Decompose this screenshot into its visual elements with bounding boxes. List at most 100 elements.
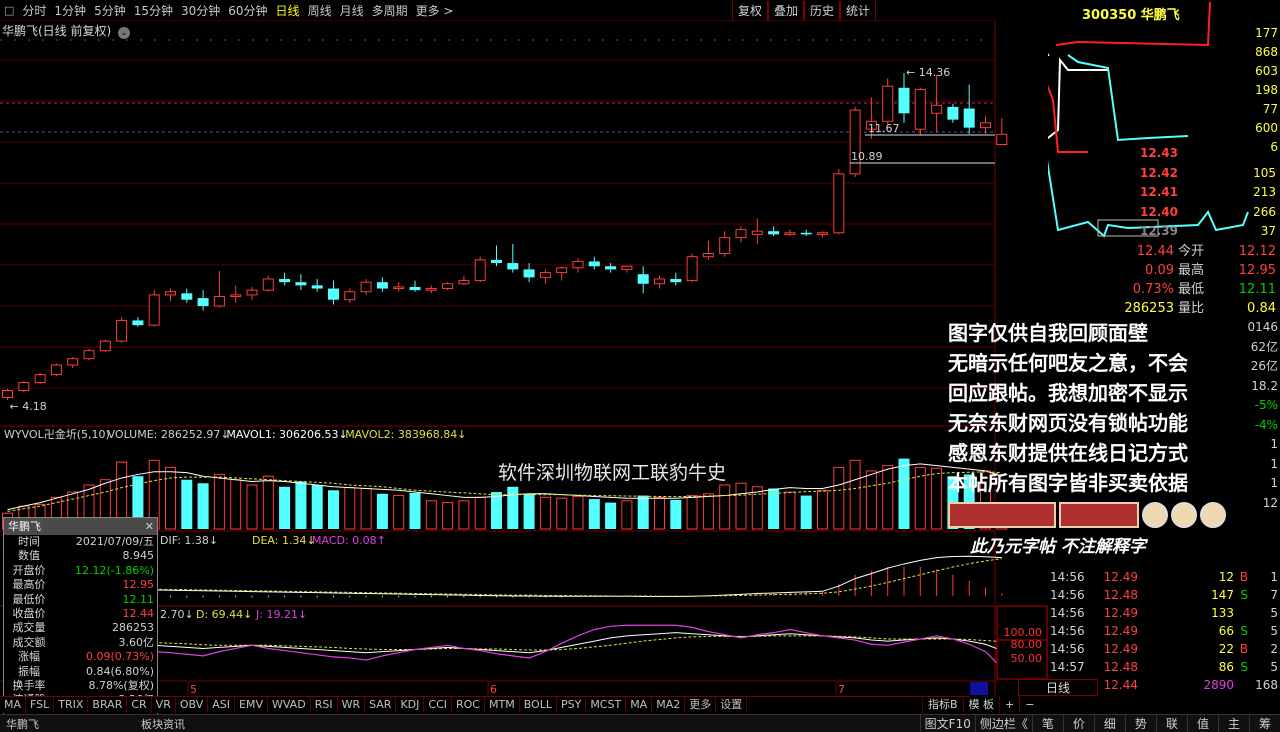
volume-bar — [311, 485, 323, 529]
status-item[interactable]: 细 — [1093, 715, 1125, 732]
stat-row: 286253 量比 0.84 — [1088, 299, 1278, 318]
candle — [2, 388, 13, 401]
indicator-tab[interactable]: ASI — [208, 697, 236, 713]
side-number: 600 — [1255, 121, 1278, 135]
indicator-tab[interactable]: PSY — [557, 697, 587, 713]
status-item[interactable]: 价 — [1062, 715, 1094, 732]
indicator-tab[interactable]: MA — [0, 697, 27, 713]
candle — [409, 280, 421, 292]
info-row: 成交量 286253 — [4, 621, 157, 635]
info-value: 8.78%(复权) — [88, 678, 154, 692]
trade-direction: B — [1239, 642, 1248, 656]
volume-bar — [686, 495, 698, 530]
d-line — [154, 635, 1002, 651]
side-value: 1 — [1270, 437, 1278, 451]
indicator-tool[interactable]: + — [999, 696, 1019, 713]
candle-body — [931, 104, 943, 114]
indicator-tab[interactable]: VR — [152, 697, 176, 713]
indicator-tab[interactable]: RSI — [311, 697, 338, 713]
volume-bar — [914, 466, 926, 530]
candle — [425, 285, 437, 294]
candle — [914, 87, 926, 136]
month-label: 7 — [838, 683, 845, 696]
info-popup[interactable]: 华鹏飞 ✕ 时间 2021/07/09/五 数值 8.945 开盘价 12.12(-1.8… — [3, 517, 158, 723]
candle-body — [963, 108, 975, 128]
close-icon[interactable]: ✕ — [145, 518, 154, 535]
indicator-tab[interactable]: CCI — [424, 697, 452, 713]
volume-bar — [213, 473, 225, 530]
indicator-tab[interactable]: ROC — [452, 697, 485, 713]
volume-bar — [425, 500, 437, 530]
info-value: 8.945 — [122, 549, 155, 563]
indicator-tool[interactable]: − — [1019, 696, 1039, 713]
indicator-tab[interactable]: 更多 — [685, 697, 717, 713]
candle — [197, 290, 209, 311]
indicator-tab[interactable]: EMV — [235, 697, 268, 713]
indicator-tab[interactable]: KDJ — [396, 697, 425, 713]
candle-body — [18, 382, 30, 392]
status-item[interactable]: 侧边栏《 — [974, 715, 1032, 732]
volume-bar — [605, 502, 617, 529]
level-label: 10.89 — [851, 150, 883, 163]
volume-bar — [181, 479, 193, 529]
indicator-tab[interactable]: TRIX — [54, 697, 89, 713]
indicator-tab[interactable]: FSL — [26, 697, 55, 713]
trade-count: 5 — [1270, 606, 1278, 620]
indicator-tool[interactable]: 模 板 — [962, 696, 1000, 713]
status-item[interactable]: 主 — [1217, 715, 1249, 732]
macd-legend: MACD: 0.08↑ — [312, 534, 386, 547]
indicator-tab[interactable]: OBV — [176, 697, 209, 713]
info-value: 286253 — [112, 621, 154, 635]
scroll-thumb[interactable] — [970, 682, 988, 695]
status-item[interactable]: 联 — [1155, 715, 1187, 732]
candle-body — [393, 286, 405, 290]
indicator-tab[interactable]: SAR — [365, 697, 397, 713]
status-item[interactable]: 值 — [1186, 715, 1218, 732]
status-item[interactable]: 图文F10 — [919, 715, 975, 732]
candle — [507, 243, 519, 273]
indicator-tab[interactable]: CR — [127, 697, 152, 713]
side-value: 1 — [1270, 476, 1278, 490]
indicator-tab[interactable]: MTM — [485, 697, 520, 713]
candle — [181, 288, 193, 303]
status-item[interactable]: 笔 — [1031, 715, 1063, 732]
side-value: 1 — [1270, 456, 1278, 471]
stat-value: 12.44 — [1136, 244, 1174, 259]
candle-body — [702, 252, 714, 258]
indicator-tab[interactable]: MA2 — [652, 697, 686, 713]
indicator-tab[interactable]: MA — [626, 697, 653, 713]
candle-body — [50, 364, 62, 376]
tab-day[interactable]: 日线 — [1018, 679, 1098, 696]
info-label: 开盘价 — [12, 563, 46, 577]
dif-line — [154, 555, 1002, 598]
candle — [165, 288, 176, 302]
volume-bar — [784, 491, 796, 530]
indicator-tab[interactable]: WVAD — [268, 697, 311, 713]
candle — [833, 169, 845, 235]
info-row: 成交额 3.60亿 — [4, 636, 157, 650]
info-label: 成交额 — [12, 635, 46, 649]
indicator-tab[interactable]: MCST — [586, 697, 627, 713]
status-item[interactable]: 势 — [1124, 715, 1156, 732]
status-item[interactable]: 筹 — [1248, 715, 1280, 732]
status-sector[interactable]: 板块资讯 — [135, 716, 191, 732]
status-stock[interactable]: 华鹏飞 — [0, 716, 45, 732]
quote-panel: 300350 华鹏飞 177 868 603 198 77 600 6 12.43 12.42… — [1018, 0, 1280, 732]
indicator-tab[interactable]: BRAR — [88, 697, 128, 713]
candle-body — [719, 237, 731, 254]
indicator-tab[interactable]: BOLL — [520, 697, 557, 713]
side-value: 62亿 — [1250, 339, 1278, 354]
candle — [702, 240, 714, 260]
volume-bar — [230, 479, 242, 530]
candle — [442, 282, 454, 291]
trade-volume: 22 — [1218, 642, 1234, 656]
order-volume: 37 — [1260, 224, 1276, 238]
trade-price: 12.49 — [1103, 624, 1138, 638]
candle — [132, 317, 144, 327]
candle-body — [295, 282, 307, 286]
candle-body — [572, 260, 584, 269]
indicator-tool[interactable]: 指标B — [922, 696, 963, 713]
indicator-tab[interactable]: WR — [338, 697, 366, 713]
indicator-tab[interactable]: 设置 — [716, 697, 748, 713]
candle-body — [458, 280, 470, 285]
